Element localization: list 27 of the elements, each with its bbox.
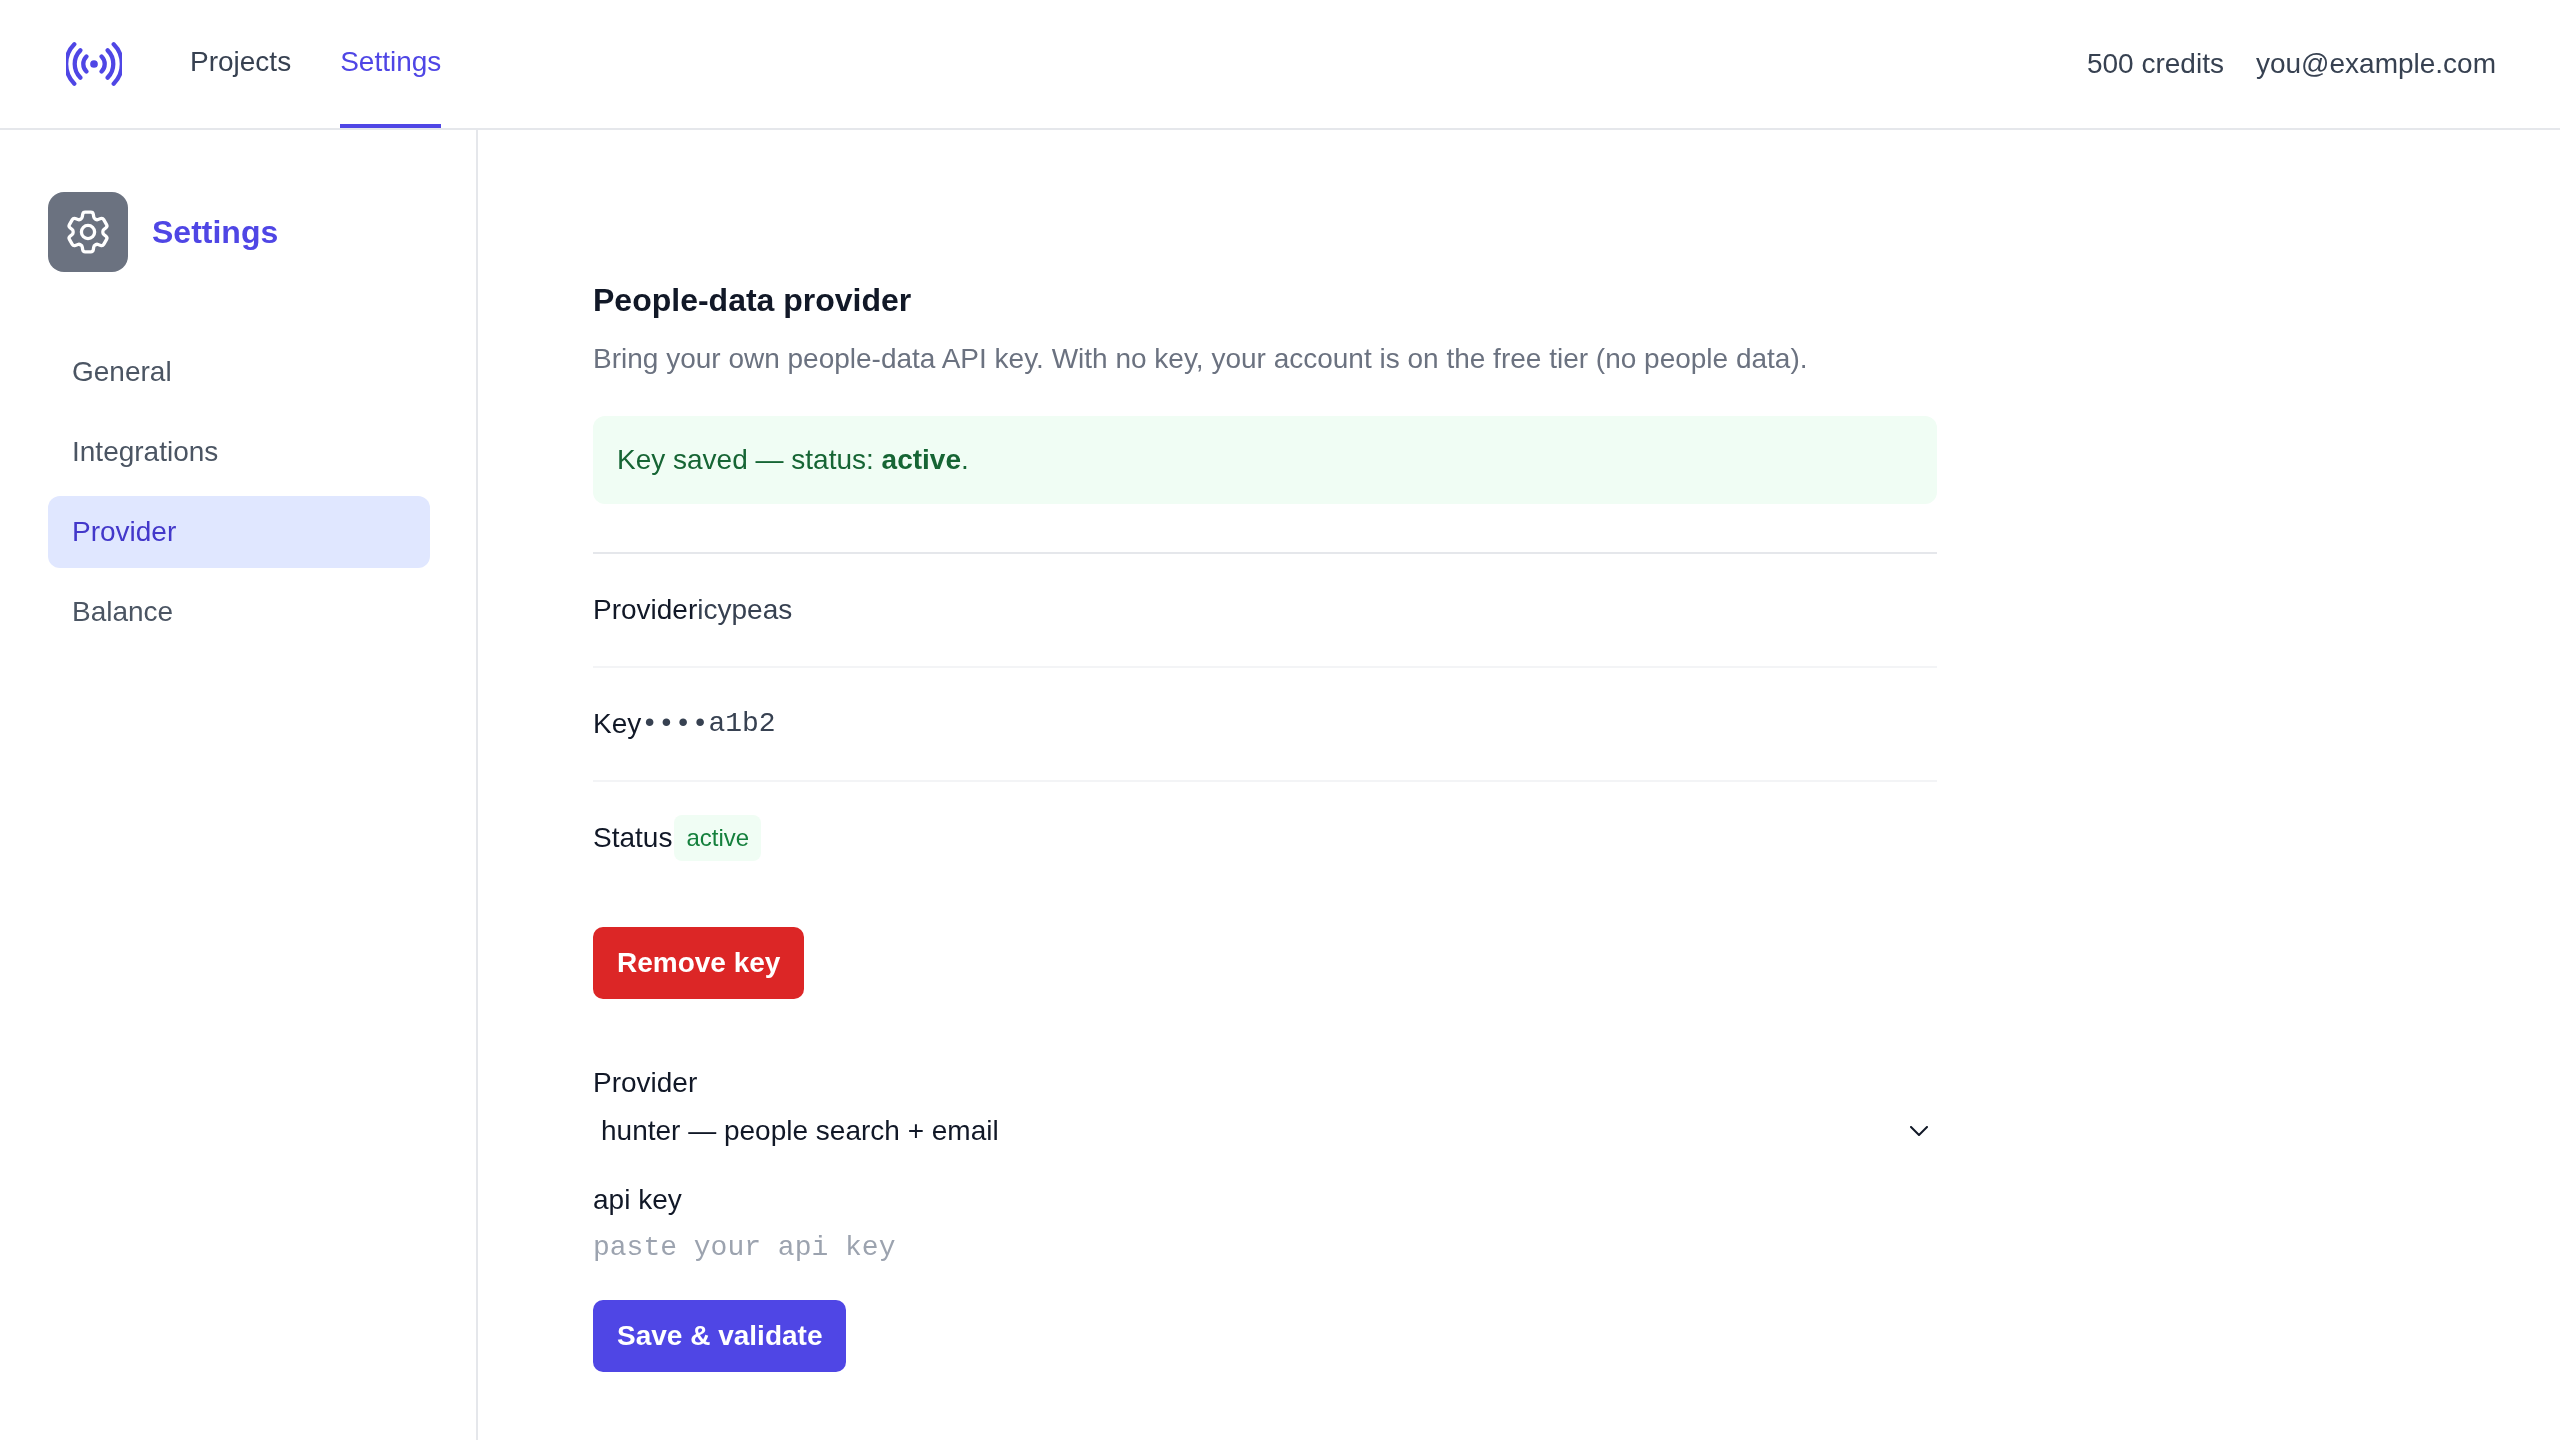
detail-label: Status [593,821,673,855]
sidebar-item[interactable]: Balance [48,576,430,648]
provider-select[interactable]: hunter — people search + email [593,1107,1937,1155]
success-alert: Key saved — status: active. [593,416,1937,504]
detail-value: icypeas [697,593,793,627]
section-description: Bring your own people-data API key. With no key, your account is on the free tier (no people data). [593,342,1809,376]
chevron-down-icon [1910,1126,1928,1136]
section-title: People-data provider [593,281,913,320]
api-key-field[interactable]: paste your api key [593,1223,1937,1271]
account-email: you@example.com [2255,48,2496,80]
field-label: api key [593,1183,683,1217]
sidebar-item[interactable]: Integrations [48,416,430,488]
remove-key-button[interactable]: Remove key [593,927,805,999]
credits-balance: 500 credits [2086,48,2224,80]
save-button[interactable]: Save & validate [593,1300,847,1372]
masked-key: ••••a1b2 [641,704,776,744]
signal-waves-icon[interactable] [66,42,122,86]
field-label: Provider [593,1066,699,1100]
nav-tab[interactable]: Projects [190,0,292,128]
status-badge: active [674,815,762,861]
detail-label: Provider [593,593,698,627]
sidebar-item[interactable]: Provider [48,496,430,568]
sidebar-item[interactable]: General [48,336,430,408]
detail-label: Key [593,707,642,741]
gear-icon [48,192,128,272]
nav-tab[interactable]: Settings [340,0,442,128]
sidebar-title: Settings [152,213,279,251]
